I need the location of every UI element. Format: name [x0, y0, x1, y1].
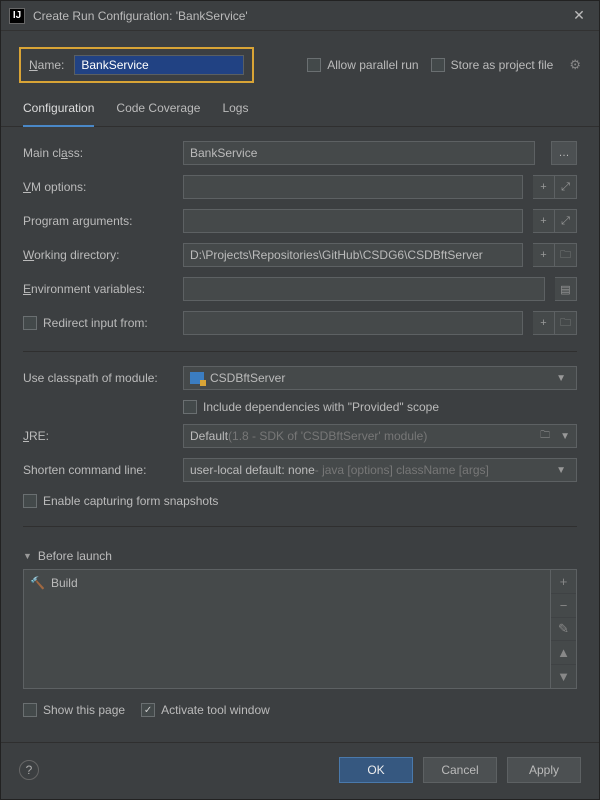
tabs: Configuration Code Coverage Logs [1, 93, 599, 127]
expand-icon[interactable]: + [533, 209, 555, 233]
apply-button[interactable]: Apply [507, 757, 581, 783]
show-this-page-label: Show this page [43, 703, 125, 717]
activate-tool-window-checkbox[interactable]: Activate tool window [141, 703, 270, 717]
tab-coverage[interactable]: Code Coverage [116, 93, 200, 126]
titlebar: IJ Create Run Configuration: 'BankServic… [1, 1, 599, 31]
before-launch-list: 🔨 Build + − ✎ ▲ ▼ [23, 569, 577, 689]
shorten-label: Shorten command line: [23, 463, 173, 477]
expand-icon[interactable]: + [533, 243, 555, 267]
hammer-icon: 🔨 [30, 576, 45, 590]
include-provided-checkbox[interactable]: Include dependencies with "Provided" sco… [183, 400, 577, 414]
dialog-window: IJ Create Run Configuration: 'BankServic… [0, 0, 600, 800]
before-launch-section: ▼ Before launch 🔨 Build + − ✎ ▲ ▼ [1, 537, 599, 689]
expand-icon[interactable]: + [533, 175, 555, 199]
name-label: Name: [29, 58, 64, 72]
chevron-down-icon: ▼ [23, 551, 32, 561]
folder-icon[interactable]: 🗀 [540, 428, 554, 445]
folder-icon[interactable]: 🗀 [555, 243, 577, 267]
store-project-label: Store as project file [451, 58, 554, 72]
edit-icon[interactable]: ✎ [551, 617, 576, 641]
main-class-input[interactable]: BankService [183, 141, 535, 165]
main-class-browse-button[interactable]: … [551, 141, 577, 165]
include-provided-label: Include dependencies with "Provided" sco… [203, 400, 439, 414]
main-class-label: Main class: [23, 146, 173, 160]
close-icon[interactable]: ✕ [567, 7, 591, 24]
fullscreen-icon[interactable]: ⤢ [555, 209, 577, 233]
shorten-select[interactable]: user-local default: none - java [options… [183, 458, 577, 482]
name-field-highlight: Name: [19, 47, 254, 83]
classpath-select[interactable]: CSDBftServer ▼ [183, 366, 577, 390]
env-vars-input[interactable] [183, 277, 545, 301]
header-row: Name: Allow parallel run Store as projec… [1, 31, 599, 93]
jre-select[interactable]: Default (1.8 - SDK of 'CSDBftServer' mod… [183, 424, 577, 448]
footer-buttons: ? OK Cancel Apply [1, 742, 599, 799]
help-icon[interactable]: ? [19, 760, 39, 780]
jre-value: Default [190, 429, 228, 443]
enable-snapshots-label: Enable capturing form snapshots [43, 494, 218, 508]
store-project-checkbox[interactable]: Store as project file [431, 58, 554, 72]
before-launch-title: Before launch [38, 549, 112, 563]
before-launch-item-label: Build [51, 576, 78, 590]
fullscreen-icon[interactable]: ⤢ [555, 175, 577, 199]
vm-options-input[interactable] [183, 175, 523, 199]
name-input[interactable] [74, 55, 244, 75]
folder-icon[interactable]: 🗀 [555, 311, 577, 335]
checkbox-icon [307, 58, 321, 72]
jre-hint: (1.8 - SDK of 'CSDBftServer' module) [228, 429, 427, 443]
before-launch-toolbar: + − ✎ ▲ ▼ [550, 570, 576, 688]
checkbox-icon [23, 494, 37, 508]
add-icon[interactable]: + [551, 570, 576, 593]
before-launch-item[interactable]: 🔨 Build [30, 574, 544, 592]
before-launch-header[interactable]: ▼ Before launch [23, 543, 577, 569]
enable-snapshots-checkbox[interactable]: Enable capturing form snapshots [23, 494, 577, 508]
jre-label: JRE: [23, 429, 173, 443]
checkbox-icon [23, 316, 37, 330]
checkbox-icon [431, 58, 445, 72]
classpath-label: Use classpath of module: [23, 371, 173, 385]
checkbox-icon [183, 400, 197, 414]
allow-parallel-checkbox[interactable]: Allow parallel run [307, 58, 418, 72]
chevron-down-icon: ▼ [556, 373, 570, 384]
list-icon[interactable]: ▤ [555, 277, 577, 301]
chevron-down-icon: ▼ [560, 431, 570, 442]
classpath-value: CSDBftServer [210, 371, 285, 385]
configuration-form: Main class: BankService … VM options: + … [1, 127, 599, 537]
chevron-down-icon: ▼ [556, 465, 570, 476]
remove-icon[interactable]: − [551, 593, 576, 617]
expand-icon[interactable]: + [533, 311, 555, 335]
window-title: Create Run Configuration: 'BankService' [33, 9, 567, 23]
shorten-hint: - java [options] className [args] [315, 463, 489, 477]
show-this-page-checkbox[interactable]: Show this page [23, 703, 125, 717]
shorten-value: user-local default: none [190, 463, 315, 477]
gear-icon[interactable]: ⚙ [569, 57, 581, 73]
ok-button[interactable]: OK [339, 757, 413, 783]
redirect-input-label: Redirect input from: [43, 316, 148, 330]
move-down-icon[interactable]: ▼ [551, 664, 576, 688]
move-up-icon[interactable]: ▲ [551, 640, 576, 664]
redirect-input-field[interactable] [183, 311, 523, 335]
checkbox-icon [23, 703, 37, 717]
app-icon: IJ [9, 8, 25, 24]
checkbox-checked-icon [141, 703, 155, 717]
module-icon [190, 372, 204, 384]
tab-logs[interactable]: Logs [222, 93, 248, 126]
working-dir-label: Working directory: [23, 248, 173, 262]
env-vars-label: Environment variables: [23, 282, 173, 296]
program-args-input[interactable] [183, 209, 523, 233]
footer-options: Show this page Activate tool window [1, 689, 599, 717]
vm-options-label: VM options: [23, 180, 173, 194]
allow-parallel-label: Allow parallel run [327, 58, 418, 72]
activate-tool-window-label: Activate tool window [161, 703, 270, 717]
program-args-label: Program arguments: [23, 214, 173, 228]
tab-configuration[interactable]: Configuration [23, 93, 94, 127]
working-dir-input[interactable]: D:\Projects\Repositories\GitHub\CSDG6\CS… [183, 243, 523, 267]
cancel-button[interactable]: Cancel [423, 757, 497, 783]
redirect-input-checkbox[interactable]: Redirect input from: [23, 316, 173, 330]
